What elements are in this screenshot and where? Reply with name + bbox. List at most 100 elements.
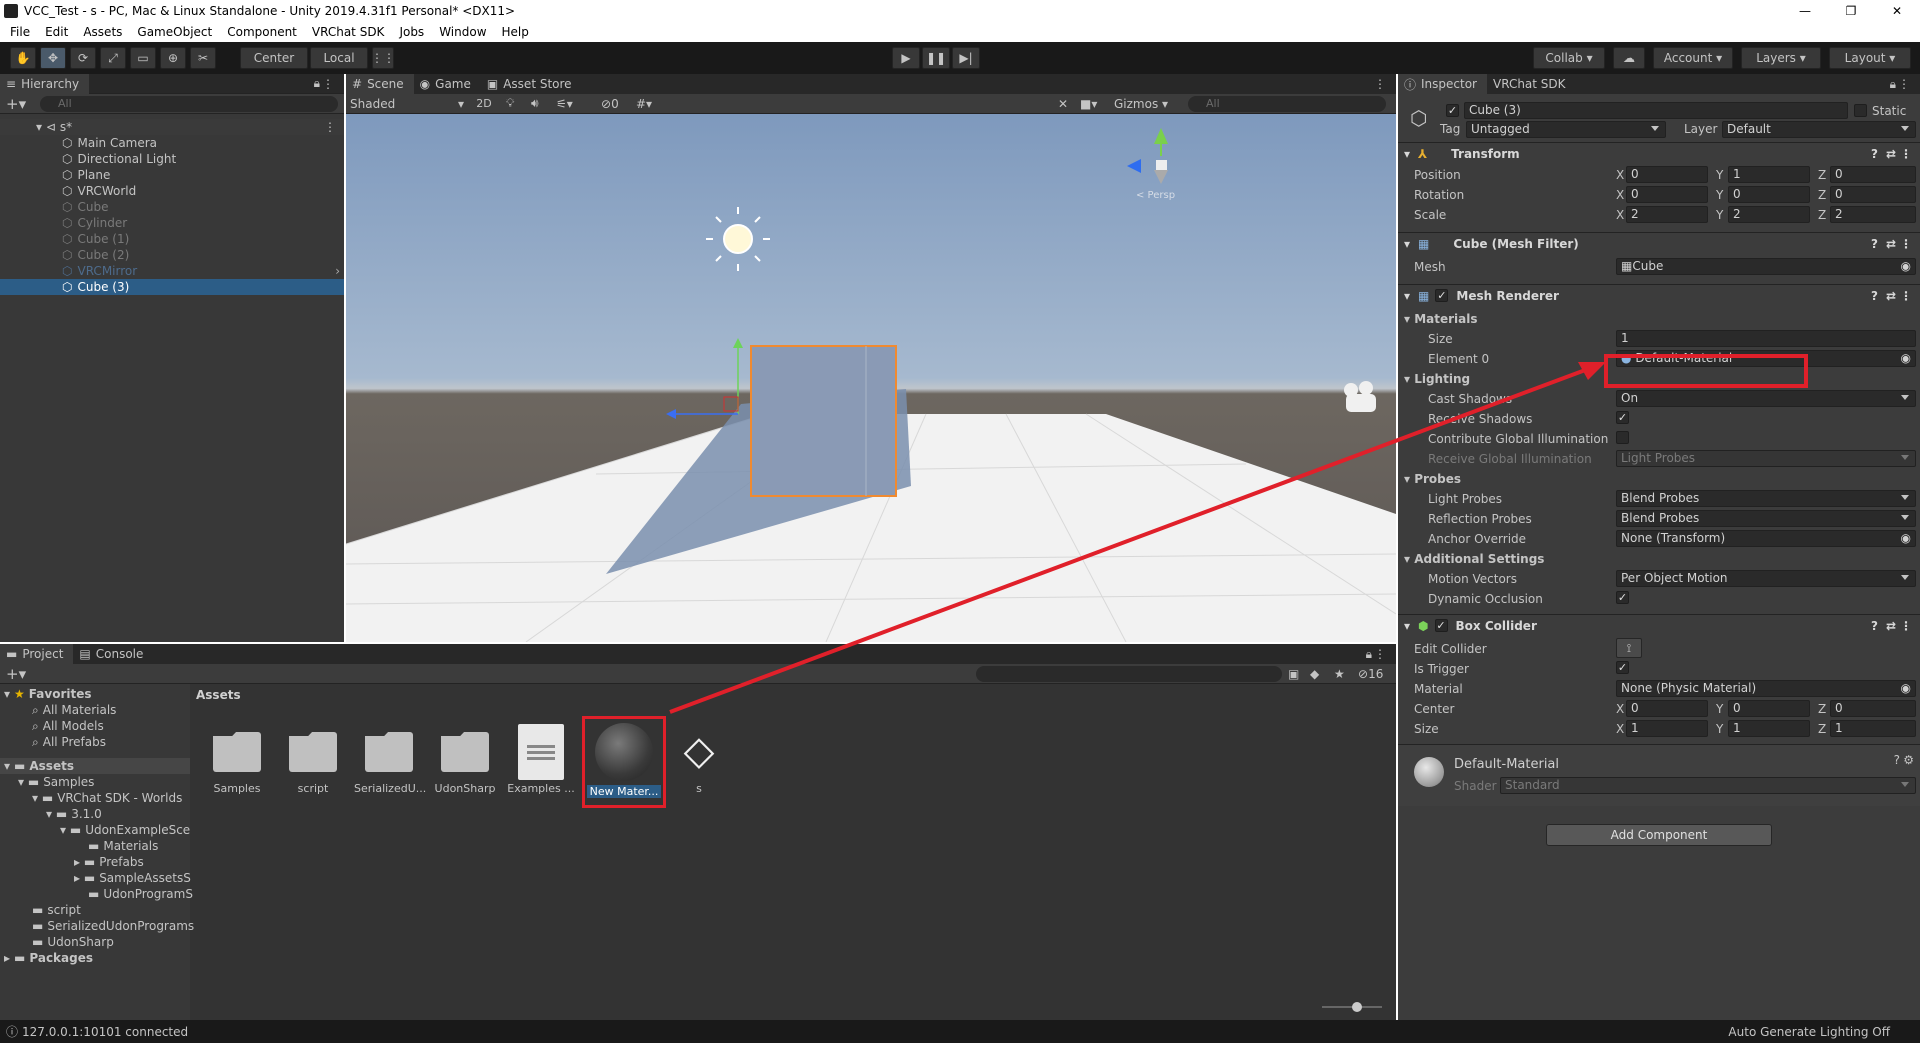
zoom-slider[interactable] xyxy=(1322,1002,1382,1012)
shading-dropdown[interactable]: Shaded ▾ xyxy=(350,95,468,113)
layout-dropdown[interactable]: Layout ▾ xyxy=(1829,47,1911,69)
preset-icon[interactable]: ⇄ xyxy=(1886,147,1896,161)
scale-z-field[interactable]: 2 xyxy=(1830,206,1916,223)
position-y-field[interactable]: 1 xyxy=(1728,166,1810,183)
active-checkbox[interactable]: ✓ xyxy=(1446,104,1459,117)
enabled-checkbox[interactable]: ✓ xyxy=(1435,289,1449,302)
object-picker-icon[interactable]: ◉ xyxy=(1901,531,1911,546)
tab-scene[interactable]: # Scene xyxy=(346,74,414,94)
preset-icon[interactable]: ⇄ xyxy=(1886,619,1896,633)
pause-button[interactable]: ❚❚ xyxy=(922,47,950,69)
hierarchy-item[interactable]: ⬡ Directional Light xyxy=(0,151,344,167)
close-button[interactable]: ✕ xyxy=(1874,0,1920,22)
element-0-field[interactable]: ● Default-Material ◉ xyxy=(1616,350,1916,367)
asset-material-selected[interactable]: New Mater... xyxy=(582,716,666,808)
slider-thumb[interactable] xyxy=(1352,1002,1362,1012)
pivot-local-button[interactable]: Local xyxy=(310,47,368,69)
hierarchy-search-input[interactable]: All xyxy=(40,95,338,112)
maximize-button[interactable]: ❐ xyxy=(1828,0,1874,22)
move-tool-icon[interactable]: ✥ xyxy=(40,47,66,69)
status-right[interactable]: Auto Generate Lighting Off xyxy=(1728,1025,1890,1039)
tree-item[interactable]: ▬ UdonSharp xyxy=(0,934,190,950)
tag-dropdown[interactable]: Untagged xyxy=(1466,121,1666,138)
2d-toggle[interactable]: 2D xyxy=(472,97,496,110)
shader-dropdown[interactable]: Standard xyxy=(1500,777,1916,794)
mesh-filter-header[interactable]: ▾ ▦ Cube (Mesh Filter) ? ⇄ ⋮ xyxy=(1398,232,1920,254)
tree-item[interactable]: ▾ ▬ UdonExampleSce xyxy=(0,822,190,838)
size-y-field[interactable]: 1 xyxy=(1728,720,1810,737)
menu-assets[interactable]: Assets xyxy=(83,25,122,39)
enabled-checkbox[interactable]: ✓ xyxy=(1434,619,1448,632)
center-y-field[interactable]: 0 xyxy=(1728,700,1810,717)
minimize-button[interactable]: — xyxy=(1782,0,1828,22)
filter-type-icon[interactable]: ▣ xyxy=(1288,667,1299,681)
tree-item[interactable]: ▬ UdonProgramS xyxy=(0,886,193,902)
asset-folder[interactable]: script xyxy=(278,724,348,795)
layer-dropdown[interactable]: Default xyxy=(1722,121,1916,138)
scale-x-field[interactable]: 2 xyxy=(1626,206,1708,223)
tree-item[interactable]: ▬ Materials xyxy=(0,838,190,854)
position-z-field[interactable]: 0 xyxy=(1830,166,1916,183)
mesh-field[interactable]: ▦Cube ◉ xyxy=(1616,258,1916,275)
tab-game[interactable]: ◉ Game xyxy=(414,74,481,94)
center-z-field[interactable]: 0 xyxy=(1830,700,1916,717)
edit-collider-button[interactable]: ⟟ xyxy=(1616,638,1642,658)
preset-icon[interactable]: ⇄ xyxy=(1886,237,1896,251)
center-x-field[interactable]: 0 xyxy=(1626,700,1708,717)
menu-jobs[interactable]: Jobs xyxy=(399,25,424,39)
menu-file[interactable]: File xyxy=(10,25,30,39)
grid-toggle-icon[interactable]: #▾ xyxy=(636,97,652,111)
account-dropdown[interactable]: Account ▾ xyxy=(1653,47,1733,69)
mesh-renderer-header[interactable]: ▾ ▦ ✓ Mesh Renderer ? ⇄ ⋮ xyxy=(1398,284,1920,306)
favorite-star-icon[interactable]: ★ xyxy=(1334,667,1345,681)
anchor-override-field[interactable]: None (Transform) ◉ xyxy=(1616,530,1916,547)
tree-item[interactable]: ▾ ▬ VRChat SDK - Worlds xyxy=(0,790,190,806)
tree-item[interactable]: ▬ script xyxy=(0,902,190,918)
size-field[interactable]: 1 xyxy=(1616,330,1916,347)
hierarchy-item[interactable]: ⬡ VRCMirror › xyxy=(0,263,344,279)
tab-inspector[interactable]: ⓘ Inspector xyxy=(1398,74,1487,94)
hierarchy-item[interactable]: ⬡ VRCWorld xyxy=(0,183,344,199)
rotation-x-field[interactable]: 0 xyxy=(1626,186,1708,203)
help-icon[interactable]: ? xyxy=(1871,237,1878,251)
rotation-y-field[interactable]: 0 xyxy=(1728,186,1810,203)
menu-help[interactable]: Help xyxy=(502,25,529,39)
tree-item[interactable]: ▸ ▬ SampleAssetsS xyxy=(0,870,191,886)
panel-menu-icon[interactable]: ⋮ xyxy=(322,77,334,91)
persp-label[interactable]: < Persp xyxy=(1136,190,1175,201)
materials-foldout[interactable]: ▾ Materials xyxy=(1404,312,1478,326)
hierarchy-item[interactable]: ⬡ Cylinder xyxy=(0,215,344,231)
position-x-field[interactable]: 0 xyxy=(1626,166,1708,183)
lock-icon[interactable]: 🔒︎ xyxy=(1366,647,1372,662)
asset-folder[interactable]: SerializedU... xyxy=(354,724,426,795)
tab-hierarchy[interactable]: ≡ Hierarchy xyxy=(0,73,90,94)
scene-root-item[interactable]: ▾ ⊲ s* ⋮ xyxy=(0,119,344,135)
panel-menu-icon[interactable]: ⋮ xyxy=(1898,77,1910,91)
gizmos-dropdown[interactable]: Gizmos ▾ xyxy=(1114,97,1180,111)
menu-vrchat-sdk[interactable]: VRChat SDK xyxy=(312,25,385,39)
hierarchy-item[interactable]: ⬡ Cube xyxy=(0,199,344,215)
scene-viewport[interactable]: < Persp xyxy=(346,114,1396,642)
reflection-probes-dropdown[interactable]: Blend Probes xyxy=(1616,510,1916,527)
tree-item[interactable]: ▸ ▬ Prefabs xyxy=(0,854,190,870)
size-x-field[interactable]: 1 xyxy=(1626,720,1708,737)
asset-breadcrumb[interactable]: Assets xyxy=(196,688,241,702)
cast-shadows-dropdown[interactable]: On xyxy=(1616,390,1916,407)
component-menu-icon[interactable]: ⋮ xyxy=(1900,237,1912,251)
help-icon[interactable]: ? xyxy=(1871,147,1878,161)
camera-icon[interactable]: ■▾ xyxy=(1080,97,1097,111)
static-label[interactable]: Static xyxy=(1872,104,1906,118)
object-picker-icon[interactable]: ◉ xyxy=(1901,681,1911,696)
object-name-field[interactable]: Cube (3) xyxy=(1464,102,1848,119)
rotation-z-field[interactable]: 0 xyxy=(1830,186,1916,203)
hierarchy-item[interactable]: ⬡ Cube (1) xyxy=(0,231,344,247)
asset-folder[interactable]: Samples xyxy=(202,724,272,795)
panel-menu-icon[interactable]: ⋮ xyxy=(1374,647,1386,661)
help-icon[interactable]: ? xyxy=(1894,753,1900,767)
tab-console[interactable]: ▤ Console xyxy=(73,644,153,664)
transform-header[interactable]: ▾ ⅄ Transform ? ⇄ ⋮ xyxy=(1398,142,1920,164)
favorite-item[interactable]: ⌕ All Prefabs xyxy=(0,734,190,750)
preset-icon[interactable]: ⇄ xyxy=(1886,289,1896,303)
tools-icon[interactable]: ✕ xyxy=(1058,97,1068,111)
menu-gameobject[interactable]: GameObject xyxy=(137,25,212,39)
